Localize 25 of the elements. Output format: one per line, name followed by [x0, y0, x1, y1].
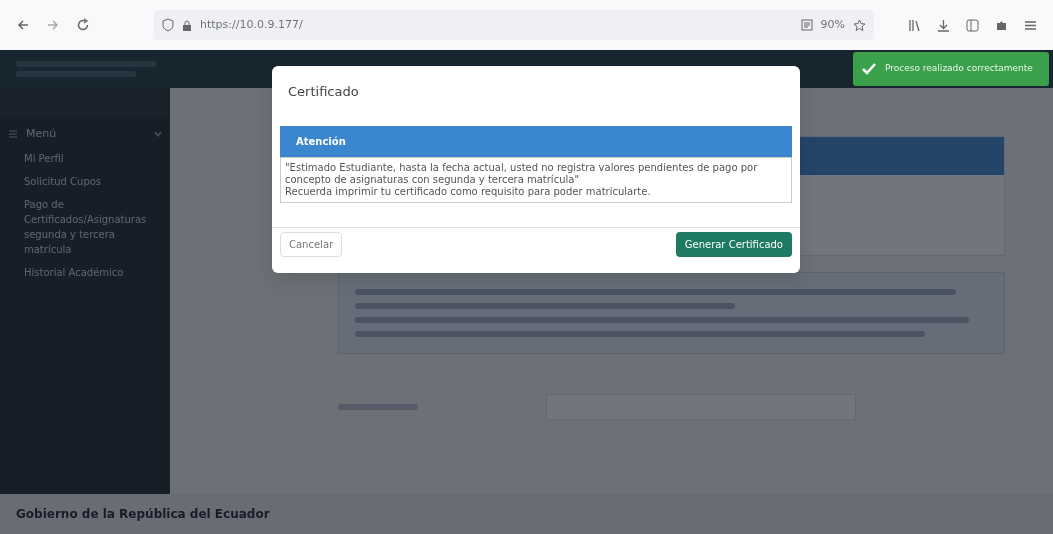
- zoom-level[interactable]: 90%: [820, 16, 845, 34]
- download-icon[interactable]: [937, 18, 950, 32]
- checkmark-icon: [861, 62, 877, 76]
- footer-text: Gobierno de la República del Ecuador: [16, 506, 270, 523]
- sidebar-subitem[interactable]: Solicitud Cupos: [8, 173, 162, 189]
- generate-certificate-button[interactable]: Generar Certificado: [675, 231, 792, 257]
- alert-title: Atención: [280, 125, 792, 157]
- lock-icon: [182, 18, 192, 32]
- cancel-button[interactable]: Cancelar: [280, 231, 343, 257]
- url-text[interactable]: https://10.0.9.177/: [200, 16, 303, 34]
- star-icon[interactable]: [853, 18, 866, 32]
- back-icon[interactable]: [16, 18, 30, 32]
- library-icon[interactable]: [908, 18, 921, 32]
- dialog-title: Certificado: [287, 83, 360, 101]
- reader-icon[interactable]: [800, 19, 813, 31]
- toast-message: Proceso realizado correctamente: [885, 62, 1033, 76]
- reload-icon[interactable]: [76, 18, 90, 32]
- sidebar-subitem[interactable]: Historial Académico: [8, 264, 162, 280]
- shield-icon: [162, 18, 174, 32]
- alert-paragraph: "Estimado Estudiante, hasta la fecha actual, usted no registra valores pendientes de pago por concepto de asignaturas con segunda y tercera matrícula": [285, 161, 759, 186]
- alert-paragraph: Recuerda imprimir tu certificado como requisito para poder matricularte.: [285, 185, 652, 198]
- menu-icon[interactable]: [1024, 18, 1037, 32]
- menu-icon: [8, 129, 18, 140]
- sidebar-item[interactable]: Menú: [26, 126, 146, 143]
- sidebar-subitem[interactable]: Mi Perfil: [8, 150, 162, 166]
